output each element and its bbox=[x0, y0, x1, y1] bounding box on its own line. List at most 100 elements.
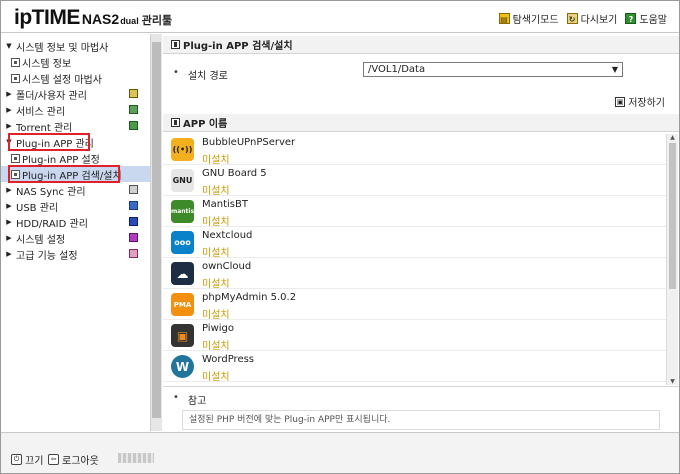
app-name: Piwigo bbox=[202, 323, 235, 334]
note-title: 참고 bbox=[187, 396, 207, 407]
caret-right-icon: ▶ bbox=[6, 250, 12, 258]
sidebar-item-folder-user[interactable]: ▶ 폴더/사용자 관리 bbox=[1, 86, 150, 102]
power-off-label: 끄기 bbox=[25, 456, 44, 467]
app-status: 미설치 bbox=[202, 372, 230, 383]
explorer-mode-link[interactable]: ▤ 탐색기모드 bbox=[498, 11, 559, 26]
list-item[interactable]: ☁ ownCloud 미설치 bbox=[163, 258, 667, 290]
section-title: Plug-in APP 검색/설치 bbox=[183, 41, 293, 52]
install-path-label: 설치 경로 bbox=[187, 71, 228, 82]
install-path-value: /VOL1/Data bbox=[368, 64, 426, 75]
logout-label: 로그아웃 bbox=[62, 456, 99, 467]
highlight-box-plugin-app bbox=[8, 133, 90, 151]
list-item[interactable]: ooo Nextcloud 미설치 bbox=[163, 227, 667, 259]
app-list-scrollbar-thumb[interactable] bbox=[669, 143, 676, 289]
sidebar-item-label: 서비스 관리 bbox=[16, 106, 66, 118]
logout-button[interactable]: ⇦ 로그아웃 bbox=[48, 452, 99, 467]
sidebar-item-system-info[interactable]: 시스템 정보 bbox=[1, 54, 150, 70]
header-bar: ipTIME NAS2 dual 관리툴 ▤ 탐색기모드 ↻ 다시보기 ? 도움… bbox=[1, 1, 679, 33]
scroll-down-icon[interactable]: ▼ bbox=[667, 378, 678, 385]
section-header: Plug-in APP 검색/설치 bbox=[163, 36, 679, 54]
service-icon bbox=[129, 105, 138, 114]
download-icon bbox=[171, 40, 180, 49]
page-icon bbox=[11, 57, 20, 67]
sidebar-item-label: 폴더/사용자 관리 bbox=[16, 90, 87, 102]
app-name: phpMyAdmin 5.0.2 bbox=[202, 292, 297, 303]
reload-icon: ↻ bbox=[566, 13, 578, 24]
list-item[interactable]: ▣ Piwigo 미설치 bbox=[163, 320, 667, 352]
mantisbt-icon: mantis bbox=[171, 200, 194, 223]
save-label: 저장하기 bbox=[628, 98, 665, 109]
caret-right-icon: ▶ bbox=[6, 186, 12, 194]
logout-icon: ⇦ bbox=[48, 454, 59, 465]
caret-right-icon: ▶ bbox=[6, 106, 12, 114]
app-name: WordPress bbox=[202, 354, 255, 365]
sidebar-item-label: HDD/RAID 관리 bbox=[16, 218, 88, 230]
sidebar-item-torrent[interactable]: ▶ Torrent 관리 bbox=[1, 118, 150, 134]
list-item[interactable]: GNU GNU Board 5 미설치 bbox=[163, 165, 667, 197]
highlight-box-plugin-search bbox=[8, 165, 120, 183]
app-list-header: APP 이름 bbox=[163, 114, 679, 132]
sidebar-item-label: NAS Sync 관리 bbox=[16, 186, 86, 198]
sidebar-item-plugin-settings[interactable]: Plug-in APP 설정 bbox=[1, 150, 150, 166]
model-text: NAS2 bbox=[81, 11, 120, 27]
caret-right-icon: ▶ bbox=[6, 202, 12, 210]
header-links: ▤ 탐색기모드 ↻ 다시보기 ? 도움말 bbox=[498, 11, 667, 26]
save-icon: ▣ bbox=[615, 96, 626, 107]
list-item[interactable]: ((•)) BubbleUPnPServer 미설치 bbox=[163, 134, 667, 166]
sidebar-item-nas-sync[interactable]: ▶ NAS Sync 관리 bbox=[1, 182, 150, 198]
folder-icon bbox=[129, 89, 138, 98]
piwigo-icon: ▣ bbox=[171, 324, 194, 347]
power-off-button[interactable]: ⏻ 끄기 bbox=[11, 452, 43, 467]
sidebar-nav: ▼ 시스템 정보 및 마법사 시스템 정보 시스템 설정 마법사 ▶ 폴더/사용… bbox=[1, 34, 150, 431]
sidebar-item-label: 고급 기능 설정 bbox=[16, 250, 78, 262]
wordpress-icon: W bbox=[171, 355, 194, 378]
tool-name: 관리툴 bbox=[141, 14, 173, 27]
app-name: GNU Board 5 bbox=[202, 168, 267, 179]
app-status: 미설치 bbox=[202, 248, 230, 259]
advanced-icon bbox=[129, 249, 138, 258]
version-text-blurred bbox=[118, 453, 154, 463]
app-name: BubbleUPnPServer bbox=[202, 137, 296, 148]
sidebar-item-service[interactable]: ▶ 서비스 관리 bbox=[1, 102, 150, 118]
scroll-up-icon[interactable]: ▲ bbox=[667, 134, 678, 141]
list-item[interactable]: PMA phpMyAdmin 5.0.2 미설치 bbox=[163, 289, 667, 321]
edition-text: dual bbox=[120, 16, 139, 26]
system-settings-icon bbox=[129, 233, 138, 242]
help-link[interactable]: ? 도움말 bbox=[625, 11, 667, 26]
sidebar-item-hdd-raid[interactable]: ▶ HDD/RAID 관리 bbox=[1, 214, 150, 230]
product-logo: ipTIME NAS2 dual 관리툴 bbox=[14, 6, 173, 29]
note-section: • 참고 설정된 PHP 버전에 맞는 Plug-in APP만 표시됩니다. bbox=[163, 386, 679, 431]
page-icon bbox=[11, 153, 20, 163]
install-path-select[interactable]: /VOL1/Data ▼ bbox=[363, 62, 623, 77]
list-item[interactable]: mantis MantisBT 미설치 bbox=[163, 196, 667, 228]
sidebar-scrollbar-thumb[interactable] bbox=[152, 42, 161, 418]
sync-icon bbox=[129, 185, 138, 194]
app-status: 미설치 bbox=[202, 186, 230, 197]
caret-right-icon: ▶ bbox=[6, 234, 12, 242]
explorer-icon: ▤ bbox=[498, 13, 510, 24]
caret-right-icon: ▶ bbox=[6, 122, 12, 130]
sidebar-item-system-settings[interactable]: ▶ 시스템 설정 bbox=[1, 230, 150, 246]
reload-label: 다시보기 bbox=[580, 15, 618, 26]
gnuboard-icon: GNU bbox=[171, 169, 194, 192]
sidebar-item-setup-wizard[interactable]: 시스템 설정 마법사 bbox=[1, 70, 150, 86]
note-text: 설정된 PHP 버전에 맞는 Plug-in APP만 표시됩니다. bbox=[182, 410, 660, 430]
sidebar-item-label: USB 관리 bbox=[16, 202, 59, 214]
sidebar-item-usb[interactable]: ▶ USB 관리 bbox=[1, 198, 150, 214]
sidebar-scrollbar[interactable] bbox=[150, 34, 162, 431]
save-button[interactable]: ▣ 저장하기 bbox=[615, 94, 665, 109]
sidebar-item-label: 시스템 설정 bbox=[16, 234, 66, 246]
brand-text: ipTIME bbox=[14, 6, 80, 29]
caret-down-icon: ▼ bbox=[6, 42, 12, 50]
sidebar-item-advanced[interactable]: ▶ 고급 기능 설정 bbox=[1, 246, 150, 262]
reload-link[interactable]: ↻ 다시보기 bbox=[566, 11, 618, 26]
sidebar-item-system-info-wizard[interactable]: ▼ 시스템 정보 및 마법사 bbox=[1, 38, 150, 54]
app-status: 미설치 bbox=[202, 217, 230, 228]
owncloud-icon: ☁ bbox=[171, 262, 194, 285]
list-item[interactable]: W WordPress 미설치 bbox=[163, 351, 667, 383]
usb-icon bbox=[129, 201, 138, 210]
app-list-scrollbar[interactable]: ▲ ▼ bbox=[666, 134, 678, 385]
footer-bar: ⏻ 끄기 ⇦ 로그아웃 bbox=[1, 432, 679, 473]
page-icon bbox=[11, 73, 20, 83]
explorer-mode-label: 탐색기모드 bbox=[512, 15, 559, 26]
